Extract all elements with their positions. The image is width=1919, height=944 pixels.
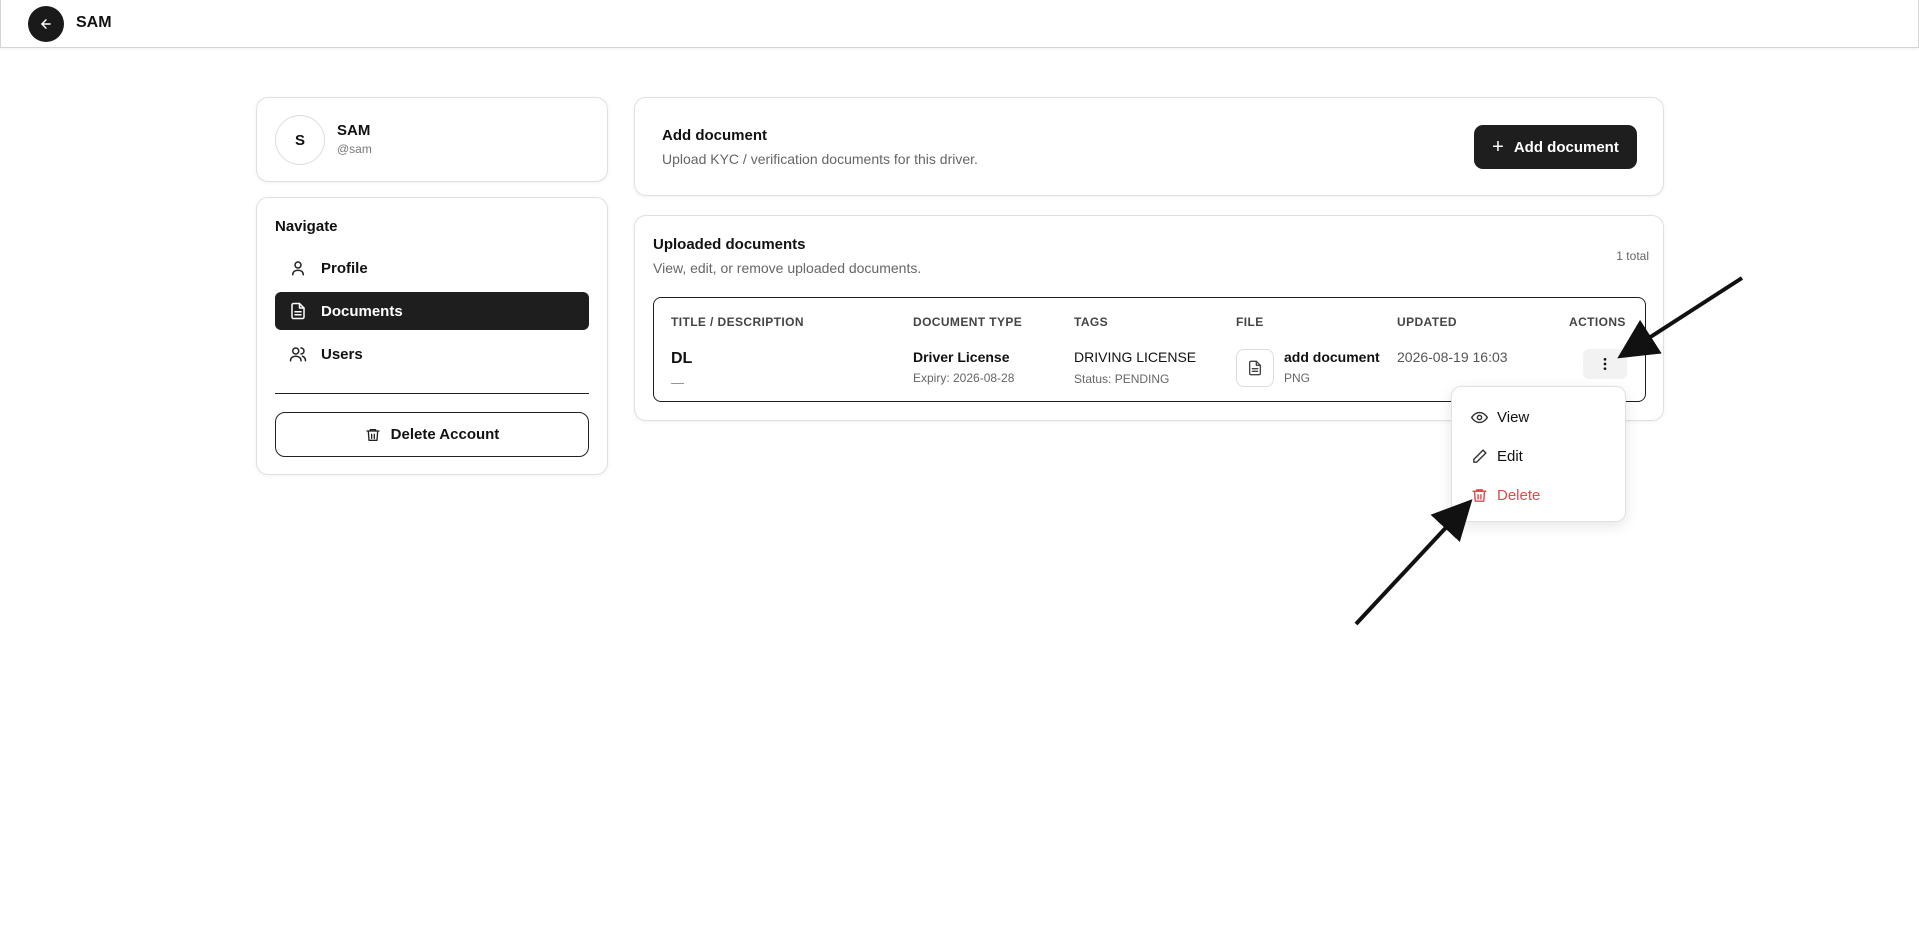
menu-item-view[interactable]: View <box>1471 404 1611 430</box>
document-tag: DRIVING LICENSE <box>1074 349 1197 365</box>
uploaded-documents-subtitle: View, edit, or remove uploaded documents… <box>653 260 922 276</box>
document-icon <box>289 302 307 320</box>
sidebar-item-label: Users <box>321 345 363 363</box>
add-document-subtitle: Upload KYC / verification documents for … <box>662 151 978 167</box>
more-vertical-icon <box>1597 356 1613 372</box>
file-name[interactable]: add document <box>1284 349 1392 365</box>
menu-item-label: Delete <box>1497 486 1541 504</box>
profile-name: SAM <box>337 122 371 139</box>
updated-timestamp: 2026-08-19 16:03 <box>1397 349 1508 365</box>
add-document-title: Add document <box>662 127 767 144</box>
actions-menu: View Edit Delete <box>1451 386 1626 522</box>
uploaded-documents-title: Uploaded documents <box>653 236 806 253</box>
column-header-tags: TAGS <box>1074 315 1109 329</box>
divider <box>275 393 589 394</box>
navigation-card: Navigate Profile Documents Users Delete … <box>256 197 608 475</box>
profile-handle: @sam <box>337 142 372 156</box>
users-icon <box>289 345 307 363</box>
trash-icon <box>365 427 381 443</box>
row-actions-button[interactable] <box>1583 349 1627 379</box>
arrow-to-delete-item <box>1354 499 1473 626</box>
sidebar-item-users[interactable]: Users <box>275 335 589 373</box>
sidebar-item-documents[interactable]: Documents <box>275 292 589 330</box>
column-header-file: FILE <box>1236 315 1264 329</box>
column-header-updated: UPDATED <box>1397 315 1457 329</box>
document-status: Status: PENDING <box>1074 372 1170 386</box>
delete-account-label: Delete Account <box>390 426 500 443</box>
pencil-icon <box>1471 448 1489 465</box>
column-header-document-type: DOCUMENT TYPE <box>913 315 1023 329</box>
menu-item-label: View <box>1497 408 1530 426</box>
page-title: SAM <box>76 14 112 31</box>
add-document-button-label: Add document <box>1513 138 1619 156</box>
delete-account-button[interactable]: Delete Account <box>275 412 589 457</box>
sidebar-item-profile[interactable]: Profile <box>275 249 589 287</box>
column-header-title: TITLE / DESCRIPTION <box>671 315 804 329</box>
document-expiry: Expiry: 2026-08-28 <box>913 371 1015 385</box>
eye-icon <box>1471 409 1489 426</box>
column-header-actions: ACTIONS <box>1569 315 1626 329</box>
document-description: — <box>671 375 684 390</box>
top-bar: SAM <box>0 0 1919 48</box>
profile-card: S SAM @sam <box>256 97 608 182</box>
nav-heading: Navigate <box>275 218 338 235</box>
file-type: PNG <box>1284 371 1311 385</box>
trash-icon <box>1471 487 1489 504</box>
document-type: Driver License <box>913 349 1010 365</box>
plus-icon: + <box>1492 136 1504 158</box>
sidebar-item-label: Documents <box>321 302 403 320</box>
documents-count: 1 total <box>1616 249 1649 263</box>
add-document-button[interactable]: + Add document <box>1474 125 1637 169</box>
add-document-card: Add document Upload KYC / verification d… <box>634 97 1664 196</box>
sidebar-item-label: Profile <box>321 259 368 277</box>
user-icon <box>289 259 307 277</box>
back-button[interactable] <box>28 6 64 42</box>
menu-item-delete[interactable]: Delete <box>1471 482 1611 508</box>
menu-item-label: Edit <box>1497 447 1523 465</box>
document-title: DL <box>671 350 693 367</box>
arrow-left-icon <box>39 17 53 31</box>
avatar: S <box>275 115 325 165</box>
file-icon[interactable] <box>1236 349 1274 387</box>
menu-item-edit[interactable]: Edit <box>1471 443 1611 469</box>
